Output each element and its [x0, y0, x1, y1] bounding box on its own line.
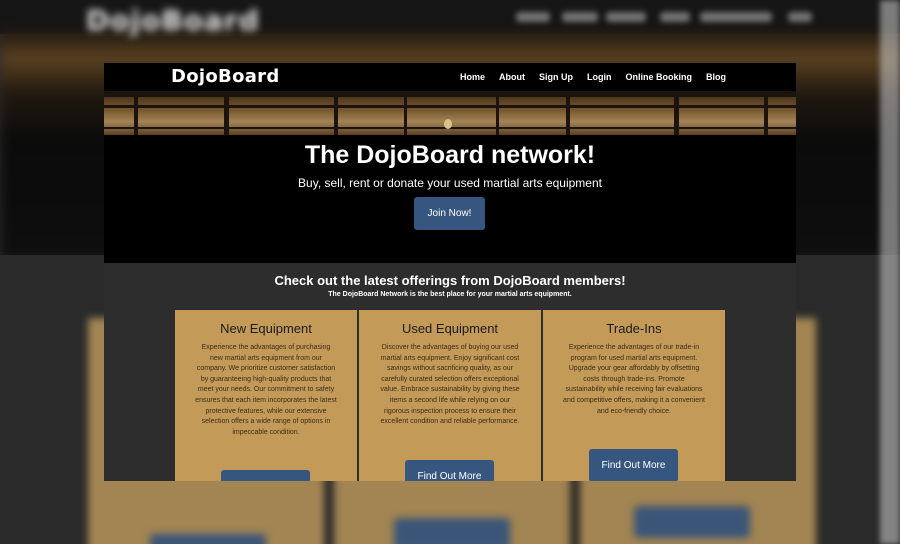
- nav-link-home[interactable]: Home: [460, 72, 485, 82]
- hero-title: The DojoBoard network!: [304, 141, 596, 169]
- card-title: Trade-Ins: [606, 321, 662, 336]
- find-out-more-button[interactable]: Find Out More: [589, 449, 678, 481]
- site-logo[interactable]: DojoBoard: [171, 66, 280, 87]
- figure-silhouette: [444, 119, 452, 129]
- nav-link-blog[interactable]: Blog: [706, 72, 726, 82]
- hero-section: The DojoBoard network! Buy, sell, rent o…: [104, 135, 796, 263]
- backdrop-nav-item: [606, 12, 646, 22]
- backdrop-nav-item: [700, 12, 772, 22]
- nav-link-about[interactable]: About: [499, 72, 525, 82]
- card-text: Experience the advantages of purchasing …: [195, 344, 337, 436]
- backdrop-edge: [880, 0, 900, 544]
- card-used-equipment: Used Equipment Discover the advantages o…: [359, 310, 541, 481]
- nav-link-online-booking[interactable]: Online Booking: [626, 72, 693, 82]
- find-out-more-button[interactable]: Find Out More: [405, 460, 494, 481]
- offerings-section: Check out the latest offerings from Dojo…: [104, 263, 796, 481]
- card-trade-ins: Trade-Ins Experience the advantages of o…: [543, 310, 725, 481]
- backdrop-button: [150, 534, 266, 544]
- offerings-subtitle: The DojoBoard Network is the best place …: [328, 291, 572, 298]
- backdrop-button: [634, 506, 750, 538]
- nav-links: Home About Sign Up Login Online Booking …: [460, 72, 726, 82]
- navbar: DojoBoard Home About Sign Up Login Onlin…: [104, 63, 796, 91]
- card-new-equipment: New Equipment Experience the advantages …: [175, 310, 357, 481]
- backdrop-nav-item: [660, 12, 690, 22]
- website-window: DojoBoard Home About Sign Up Login Onlin…: [104, 63, 796, 481]
- card-title: Used Equipment: [401, 321, 499, 336]
- dojo-banner-image: [104, 91, 796, 135]
- card-title: New Equipment: [220, 321, 312, 336]
- join-now-button[interactable]: Join Now!: [414, 197, 485, 230]
- nav-link-sign-up[interactable]: Sign Up: [539, 72, 573, 82]
- backdrop-nav-item: [516, 12, 550, 22]
- find-out-more-button[interactable]: [221, 470, 310, 481]
- card-text: Discover the advantages of buying our us…: [380, 344, 520, 426]
- nav-link-login[interactable]: Login: [587, 72, 612, 82]
- card-text: Experience the advantages of our trade-i…: [563, 344, 705, 415]
- offerings-title: Check out the latest offerings from Dojo…: [274, 273, 626, 288]
- backdrop-nav-item: [562, 12, 598, 22]
- backdrop-nav-item: [788, 12, 812, 22]
- backdrop-button: [394, 518, 510, 544]
- hero-subtitle: Buy, sell, rent or donate your used mart…: [298, 176, 602, 190]
- backdrop-logo: DojoBoard: [86, 4, 260, 37]
